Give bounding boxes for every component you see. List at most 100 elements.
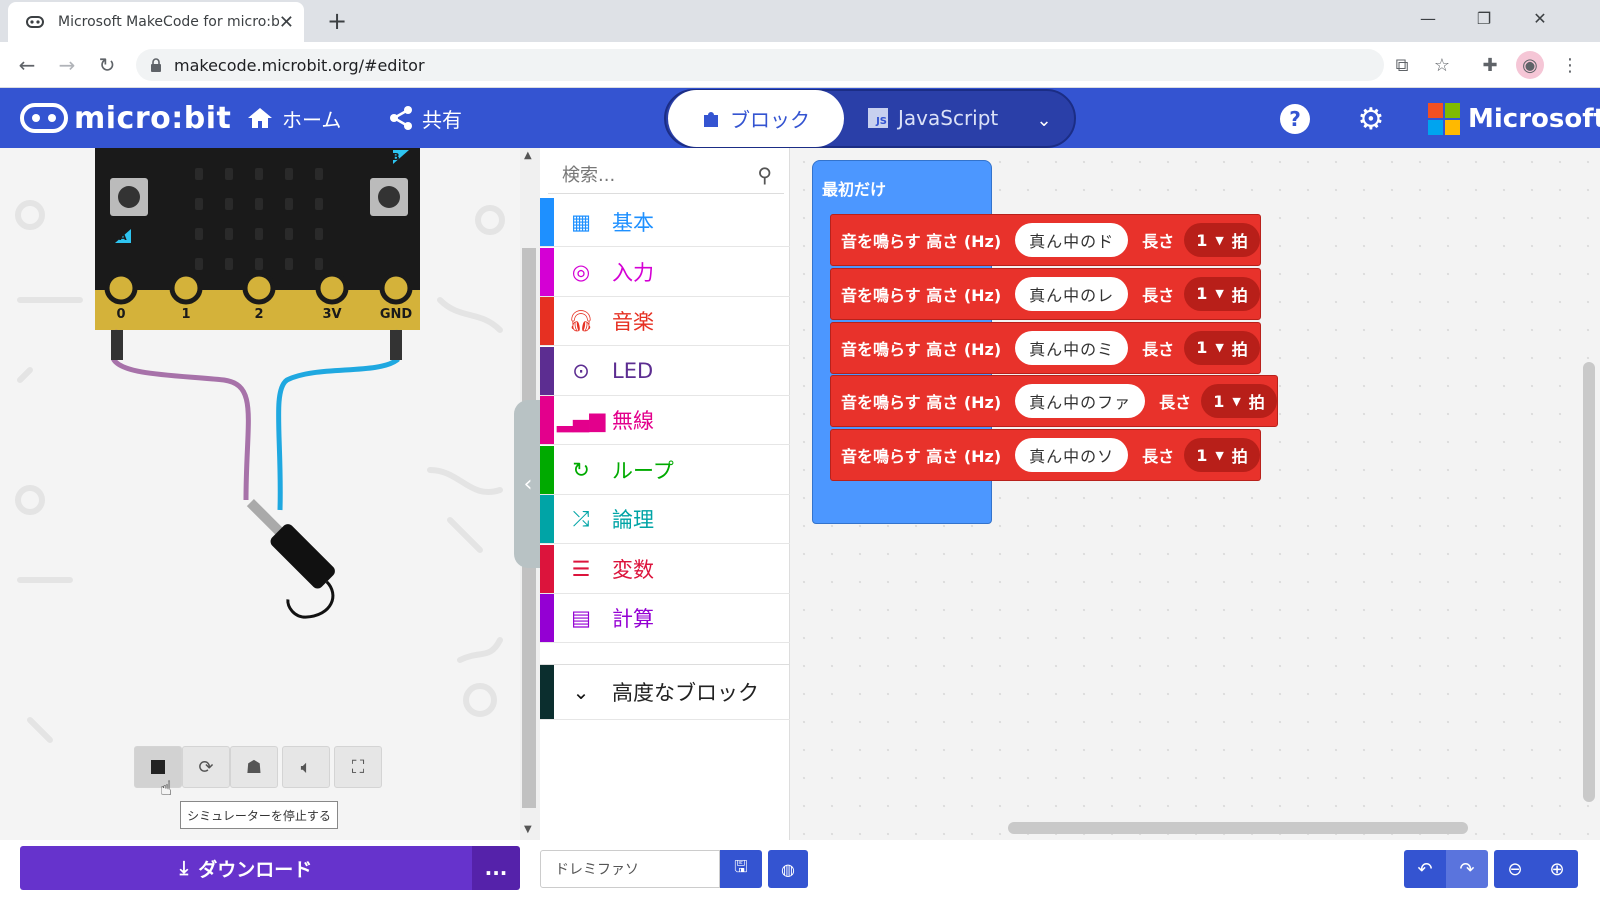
search-icon: ⚲ <box>757 163 772 187</box>
debug-button[interactable]: ☗ <box>230 746 278 788</box>
microbit-logo[interactable]: micro:bit <box>20 98 231 138</box>
beat-unit: 拍 <box>1248 393 1265 413</box>
home-label: ホーム <box>282 107 342 132</box>
back-icon[interactable]: ← <box>12 50 42 80</box>
beat-unit: 拍 <box>1231 232 1248 251</box>
category-4[interactable]: ▂▄▆ 無線 <box>540 396 790 445</box>
collapse-simulator-button[interactable]: ‹ <box>514 400 542 568</box>
github-button[interactable]: ◍ <box>768 850 808 888</box>
sound-button[interactable]: 🔈︎ <box>282 746 330 788</box>
play-tone-block[interactable]: 音を鳴らす 高さ (Hz) 真ん中のソ 長さ 1 ▼ 拍 <box>830 429 1261 482</box>
share-icon <box>390 106 412 130</box>
url-input[interactable]: makecode.microbit.org/#editor <box>136 49 1384 81</box>
translate-icon[interactable]: ⧉ <box>1388 51 1416 79</box>
js-mode-label: JavaScript <box>898 106 999 130</box>
restart-button[interactable]: ⟳ <box>182 746 230 788</box>
hand-cursor-icon: ☝ <box>160 776 173 800</box>
note-dropdown[interactable]: 真ん中のソ <box>1015 438 1129 473</box>
fullscreen-button[interactable]: ⛶ <box>334 746 382 788</box>
stop-button[interactable] <box>134 746 182 788</box>
note-dropdown[interactable]: 真ん中のド <box>1015 223 1129 257</box>
beat-dropdown[interactable]: 1 ▼ 拍 <box>1184 438 1260 473</box>
new-tab-icon[interactable]: + <box>322 6 352 36</box>
play-tone-block[interactable]: 音を鳴らす 高さ (Hz) 真ん中のファ 長さ 1 ▼ 拍 <box>830 375 1278 428</box>
save-button[interactable]: 🖫 <box>720 850 762 888</box>
category-color-bar <box>540 198 554 246</box>
dropdown-caret-icon: ▼ <box>1215 233 1224 247</box>
reload-icon[interactable]: ↻ <box>92 50 122 80</box>
download-button[interactable]: ⤓ ダウンロード <box>20 846 472 890</box>
workspace-horizontal-scrollbar[interactable] <box>1008 822 1468 834</box>
url-text: makecode.microbit.org/#editor <box>174 55 425 75</box>
category-7[interactable]: ☰ 変数 <box>540 544 790 594</box>
blocks-mode-label: ブロック <box>730 108 810 132</box>
button-a[interactable] <box>110 178 148 216</box>
restore-icon[interactable]: ❐ <box>1456 0 1512 36</box>
project-name-input[interactable]: ドレミファソ <box>540 850 720 888</box>
category-8[interactable]: ▤ 計算 <box>540 594 790 643</box>
pin-gnd-label: GND <box>380 307 413 322</box>
beat-dropdown[interactable]: 1 ▼ 拍 <box>1184 276 1260 311</box>
button-b-label: B <box>392 152 400 163</box>
play-tone-block[interactable]: 音を鳴らす 高さ (Hz) 真ん中のド 長さ 1 ▼ 拍 <box>830 214 1261 266</box>
forward-icon[interactable]: → <box>52 50 82 80</box>
category-1[interactable]: ◎ 入力 <box>540 247 790 297</box>
workspace-vertical-scrollbar[interactable] <box>1583 362 1595 802</box>
microsoft-squares-icon <box>1428 103 1460 135</box>
category-label: ループ <box>612 458 674 483</box>
download-more-button[interactable]: ... <box>472 846 520 890</box>
toolbox-search-input[interactable]: 検索... ⚲ <box>548 154 784 194</box>
profile-avatar[interactable]: ◉ <box>1516 51 1544 79</box>
browser-tab[interactable]: Microsoft MakeCode for micro:bit ✕ <box>8 2 304 42</box>
length-label: 長さ <box>1142 339 1175 359</box>
tone-label: 音を鳴らす 高さ (Hz) <box>841 339 1002 359</box>
minimize-icon[interactable]: — <box>1400 0 1456 36</box>
category-label: 高度なブロック <box>612 681 759 705</box>
beat-dropdown[interactable]: 1 ▼ 拍 <box>1201 384 1277 419</box>
play-tone-block[interactable]: 音を鳴らす 高さ (Hz) 真ん中のミ 長さ 1 ▼ 拍 <box>830 321 1261 374</box>
microsoft-text: Microsoft <box>1468 104 1600 134</box>
category-color-bar <box>540 445 554 494</box>
zoom-out-button[interactable]: ⊖ <box>1494 850 1536 888</box>
mode-dropdown-icon[interactable]: ⌄ <box>1030 106 1058 134</box>
note-dropdown[interactable]: 真ん中のミ <box>1015 330 1129 365</box>
beat-dropdown[interactable]: 1 ▼ 拍 <box>1184 223 1260 257</box>
undo-button[interactable]: ↶ <box>1404 850 1446 888</box>
download-label: ダウンロード <box>198 858 313 881</box>
microsoft-logo[interactable]: Microsoft <box>1428 102 1600 136</box>
beat-dropdown[interactable]: 1 ▼ 拍 <box>1184 330 1260 365</box>
button-b[interactable] <box>370 178 408 216</box>
home-button[interactable]: ホーム <box>246 102 341 134</box>
tab-close-icon[interactable]: ✕ <box>279 12 294 33</box>
settings-gear-icon[interactable]: ⚙ <box>1354 102 1388 137</box>
blocks-mode-tab[interactable]: ブロック <box>668 90 844 147</box>
note-dropdown[interactable]: 真ん中のファ <box>1015 384 1146 419</box>
grid-icon: ▦ <box>571 210 591 234</box>
play-tone-block[interactable]: 音を鳴らす 高さ (Hz) 真ん中のレ 長さ 1 ▼ 拍 <box>830 267 1261 320</box>
redo-button[interactable]: ↷ <box>1446 850 1488 888</box>
category-advanced[interactable]: ⌄ 高度なブロック <box>540 664 790 720</box>
menu-kebab-icon[interactable]: ⋮ <box>1556 51 1584 79</box>
zoom-in-button[interactable]: ⊕ <box>1536 850 1578 888</box>
dropdown-caret-icon: ▼ <box>1215 287 1224 301</box>
note-dropdown[interactable]: 真ん中のレ <box>1015 276 1129 311</box>
category-label: 基本 <box>612 211 654 235</box>
tab-title: Microsoft MakeCode for micro:bit <box>58 14 279 30</box>
category-2[interactable]: 🎧︎ 音楽 <box>540 297 790 346</box>
extensions-icon[interactable]: ✚ <box>1476 51 1504 79</box>
window-close-icon[interactable]: ✕ <box>1512 0 1568 36</box>
category-0[interactable]: ▦ 基本 <box>540 198 790 247</box>
category-color-bar <box>540 594 554 642</box>
restart-icon: ⟳ <box>198 756 214 778</box>
lock-icon <box>151 58 161 72</box>
signal-icon: ▂▄▆ <box>556 408 606 432</box>
share-button[interactable]: 共有 <box>388 102 462 134</box>
star-icon[interactable]: ☆ <box>1428 51 1456 79</box>
category-3[interactable]: ⊙ LED <box>540 346 790 396</box>
calculator-icon: ▤ <box>571 606 591 630</box>
category-6[interactable]: ⤮ 論理 <box>540 495 790 544</box>
javascript-mode-tab[interactable]: JS JavaScript <box>868 102 998 134</box>
help-icon[interactable]: ? <box>1280 104 1310 134</box>
category-color-bar <box>540 544 554 593</box>
category-5[interactable]: ↻ ループ <box>540 445 790 495</box>
